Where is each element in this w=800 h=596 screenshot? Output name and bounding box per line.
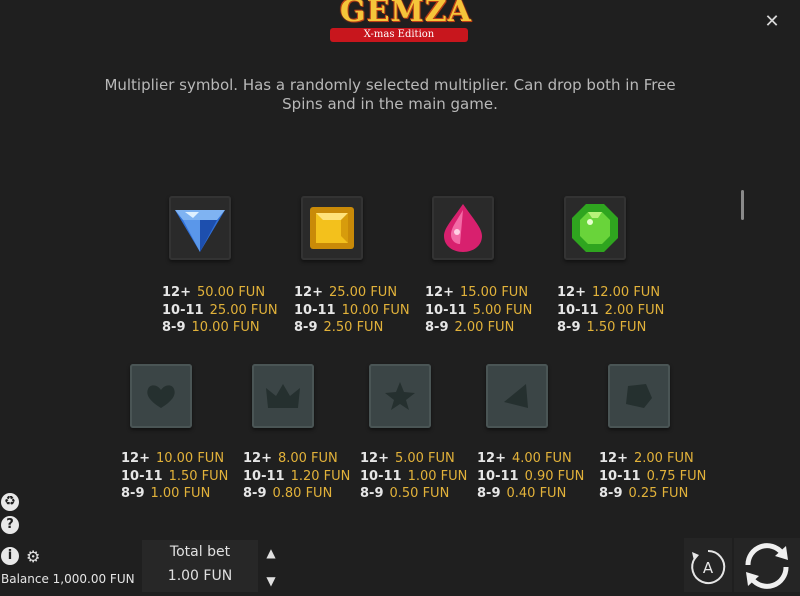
paytable-pink-gem: 12+ 15.00 FUN 10-11 5.00 FUN 8-9 2.00 FUN [425,285,533,335]
responsible-gaming-icon[interactable]: ♻ [1,493,19,511]
scrollbar[interactable] [741,190,744,220]
info-icon[interactable]: i [1,547,19,565]
paytable-green-gem: 12+ 12.00 FUN 10-11 2.00 FUN 8-9 1.50 FUN [557,285,665,335]
stone-pentagon-icon [608,364,670,428]
autoplay-button[interactable]: A [684,538,732,592]
paytable-stone-heart: 12+ 10.00 FUN 10-11 1.50 FUN 8-9 1.00 FUN [121,451,229,501]
pink-drop-gem-icon [432,196,494,260]
autoplay-icon: A [691,549,726,584]
paytable-stone-pentagon: 12+ 2.00 FUN 10-11 0.75 FUN 8-9 0.25 FUN [599,451,707,501]
logo-subtitle: X-mas Edition [363,29,435,40]
paytable-stone-crown: 12+ 8.00 FUN 10-11 1.20 FUN 8-9 0.80 FUN [243,451,351,501]
yellow-square-gem-icon [301,196,363,260]
paytable-stone-star: 12+ 5.00 FUN 10-11 1.00 FUN 8-9 0.50 FUN [360,451,468,501]
logo-title: GEMZA [340,0,472,29]
balance-display: Balance 1,000.00 FUN [1,572,135,586]
green-octagon-gem-icon [564,196,626,260]
total-bet-value: 1.00 FUN [167,568,233,584]
total-bet-panel: Total bet 1.00 FUN [142,540,258,592]
stone-star-icon [369,364,431,428]
paytable-stone-triangle: 12+ 4.00 FUN 10-11 0.90 FUN 8-9 0.40 FUN [477,451,585,501]
stone-triangle-icon [486,364,548,428]
game-logo: GEMZA X-mas Edition [326,0,472,46]
spin-refresh-icon [745,543,789,589]
total-bet-label: Total bet [169,544,231,560]
bet-increase-icon[interactable]: ▲ [264,546,278,560]
close-icon[interactable]: ✕ [764,12,780,32]
stone-crown-icon [252,364,314,428]
spin-button[interactable] [734,538,800,592]
bet-decrease-icon[interactable]: ▼ [264,574,278,588]
paytable-blue-diamond: 12+ 50.00 FUN 10-11 25.00 FUN 8-9 10.00 FUN [162,285,278,335]
svg-text:A: A [703,559,714,577]
help-icon[interactable]: ? [1,516,19,534]
symbol-description: Multiplier symbol. Has a randomly select… [104,76,676,113]
stone-heart-icon [130,364,192,428]
blue-diamond-icon [169,196,231,260]
gear-icon[interactable]: ⚙ [26,547,40,566]
paytable-yellow-gem: 12+ 25.00 FUN 10-11 10.00 FUN 8-9 2.50 FUN [294,285,410,335]
